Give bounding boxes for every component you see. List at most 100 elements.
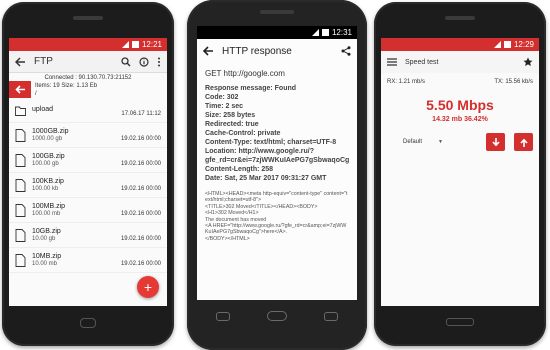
file-size: 10.00 mb: [32, 261, 58, 267]
file-size: 100.00 kb: [32, 186, 59, 192]
dir-info: Items: 19 Size: 1.13 Eb /: [35, 82, 97, 98]
file-meta: 1000GB.zip 1000.00 gb: [32, 128, 121, 142]
home-nav-icon[interactable]: [266, 311, 287, 321]
info-icon[interactable]: [139, 56, 149, 67]
items-summary: Items: 19 Size: 1.13 Eb: [35, 82, 98, 89]
file-date: 19.02.16 00:00: [120, 211, 161, 217]
star-icon[interactable]: [523, 57, 533, 67]
list-item-file[interactable]: 100GB.zip 100.00 gb 19.02.16 00:00: [9, 148, 167, 173]
home-hardware-button[interactable]: [80, 318, 96, 328]
add-button[interactable]: +: [137, 276, 159, 298]
current-path: /: [35, 90, 37, 97]
phone-speaker: [73, 16, 103, 20]
file-date: 19.02.16 00:00: [120, 161, 161, 167]
list-item-file[interactable]: 100MB.zip 100.00 mb 19.02.16 00:00: [9, 198, 167, 223]
share-icon[interactable]: [341, 46, 351, 56]
chevron-down-icon: ▼: [438, 139, 443, 145]
download-test-button[interactable]: [486, 133, 505, 151]
http-screen: 12:31 HTTP response GET http://google.co…: [197, 26, 357, 300]
phone-ftp: 12:21 FTP Connected : 90.130.70.73:21152…: [2, 2, 174, 346]
list-item-file[interactable]: 10GB.zip 10.00 gb 19.02.16 00:00: [9, 223, 167, 248]
file-name: 100GB.zip: [32, 153, 65, 160]
battery-icon: [321, 29, 329, 36]
response-line: Location: http://www.google.ru/?gfe_rd=c…: [205, 148, 350, 164]
server-select[interactable]: Default ▼: [387, 139, 477, 145]
request-line: GET http://google.com: [205, 69, 285, 78]
status-bar: 12:21: [9, 38, 167, 51]
response-line: Cache-Control: private: [205, 130, 281, 137]
page-title: FTP: [34, 56, 53, 67]
folder-icon: [15, 106, 26, 116]
signal-icon: [493, 41, 501, 48]
status-time: 12:31: [331, 28, 352, 37]
back-arrow-icon[interactable]: [203, 46, 214, 56]
phone-speedtest: 12:29 Speed test RX: 1.21 mb/s TX: 15.56…: [374, 2, 546, 346]
file-name: upload: [32, 106, 54, 113]
file-name: 100MB.zip: [32, 203, 66, 210]
ftp-toolbar: FTP: [9, 51, 167, 73]
more-vert-icon[interactable]: [157, 57, 161, 67]
file-meta: 10GB.zip 10.00 gb: [32, 228, 121, 242]
screenshot-stage: 12:21 FTP Connected : 90.130.70.73:21152…: [0, 0, 550, 350]
response-line: Response message: Found: [205, 85, 297, 92]
speedtest-screen: 12:29 Speed test RX: 1.21 mb/s TX: 15.56…: [381, 38, 539, 306]
list-item-folder[interactable]: upload 17.06.17 11:12: [9, 98, 167, 123]
list-item-file[interactable]: 100KB.zip 100.00 kb 19.02.16 00:00: [9, 173, 167, 198]
page-title: HTTP response: [222, 45, 292, 57]
battery-icon: [503, 41, 511, 48]
menu-icon[interactable]: [387, 58, 397, 66]
list-item-file[interactable]: 1000GB.zip 1000.00 gb 19.02.16 00:00: [9, 123, 167, 148]
upload-icon: [519, 138, 528, 147]
dir-info-row: Items: 19 Size: 1.13 Eb /: [9, 81, 167, 98]
file-size: 100.00 gb: [32, 161, 59, 167]
android-navbar: [197, 304, 357, 328]
battery-icon: [131, 41, 139, 48]
file-date: 17.06.17 11:12: [121, 111, 161, 117]
list-item-file[interactable]: 10MB.zip 10.00 mb 19.02.16 00:00: [9, 248, 167, 273]
rx-rate: RX: 1.21 mb/s: [387, 79, 426, 85]
speedtest-toolbar: Speed test: [381, 51, 539, 73]
file-icon: [15, 253, 26, 267]
phone-speaker: [260, 10, 294, 14]
search-icon[interactable]: [121, 56, 131, 67]
http-response-body: GET http://google.com Response message: …: [197, 63, 357, 248]
status-bar: 12:31: [197, 26, 357, 39]
file-icon: [15, 153, 26, 167]
response-line: Content-Length: 258: [205, 166, 274, 173]
up-directory-button[interactable]: [9, 81, 31, 98]
response-line: Date: Sat, 25 Mar 2017 09:31:27 GMT: [205, 175, 327, 182]
file-name: 10MB.zip: [32, 253, 62, 260]
status-time: 12:21: [141, 40, 162, 49]
back-arrow-icon[interactable]: [15, 56, 26, 67]
phone-http: 12:31 HTTP response GET http://google.co…: [187, 0, 367, 350]
back-nav-icon[interactable]: [215, 311, 230, 321]
speed-value: 5.50 Mbps: [426, 97, 494, 113]
file-name: 10GB.zip: [32, 228, 61, 235]
response-line: Redirected: true: [205, 121, 259, 128]
status-time: 12:29: [513, 40, 534, 49]
select-value: Default: [403, 139, 423, 145]
file-date: 19.02.16 00:00: [120, 261, 161, 267]
tx-rate: TX: 15.56 kb/s: [494, 79, 533, 85]
response-line: Size: 258 bytes: [205, 112, 256, 119]
file-meta: 100KB.zip 100.00 kb: [32, 178, 121, 192]
file-name: 100KB.zip: [32, 178, 64, 185]
upload-test-button[interactable]: [514, 133, 533, 151]
file-size: 1000.00 gb: [32, 136, 63, 142]
speed-progress: 14.32 mb 36.42%: [432, 116, 488, 123]
file-name: 1000GB.zip: [32, 128, 69, 135]
status-bar: 12:29: [381, 38, 539, 51]
recents-nav-icon[interactable]: [324, 311, 339, 321]
file-date: 19.02.16 00:00: [120, 186, 161, 192]
page-title: Speed test: [405, 58, 439, 66]
download-icon: [491, 137, 500, 146]
traffic-stats: RX: 1.21 mb/s TX: 15.56 kb/s: [381, 73, 539, 85]
back-arrow-icon: [14, 85, 25, 94]
file-icon: [15, 178, 26, 192]
response-line: Time: 2 sec: [205, 103, 244, 110]
response-line: Code: 302: [205, 94, 239, 101]
home-hardware-button[interactable]: [446, 318, 474, 326]
raw-html: <HTML><HEAD><meta http-equiv="content-ty…: [205, 191, 348, 242]
file-list: upload 17.06.17 11:12 1000GB.zip 1000.00…: [9, 98, 167, 273]
file-meta: 10MB.zip 10.00 mb: [32, 253, 121, 267]
